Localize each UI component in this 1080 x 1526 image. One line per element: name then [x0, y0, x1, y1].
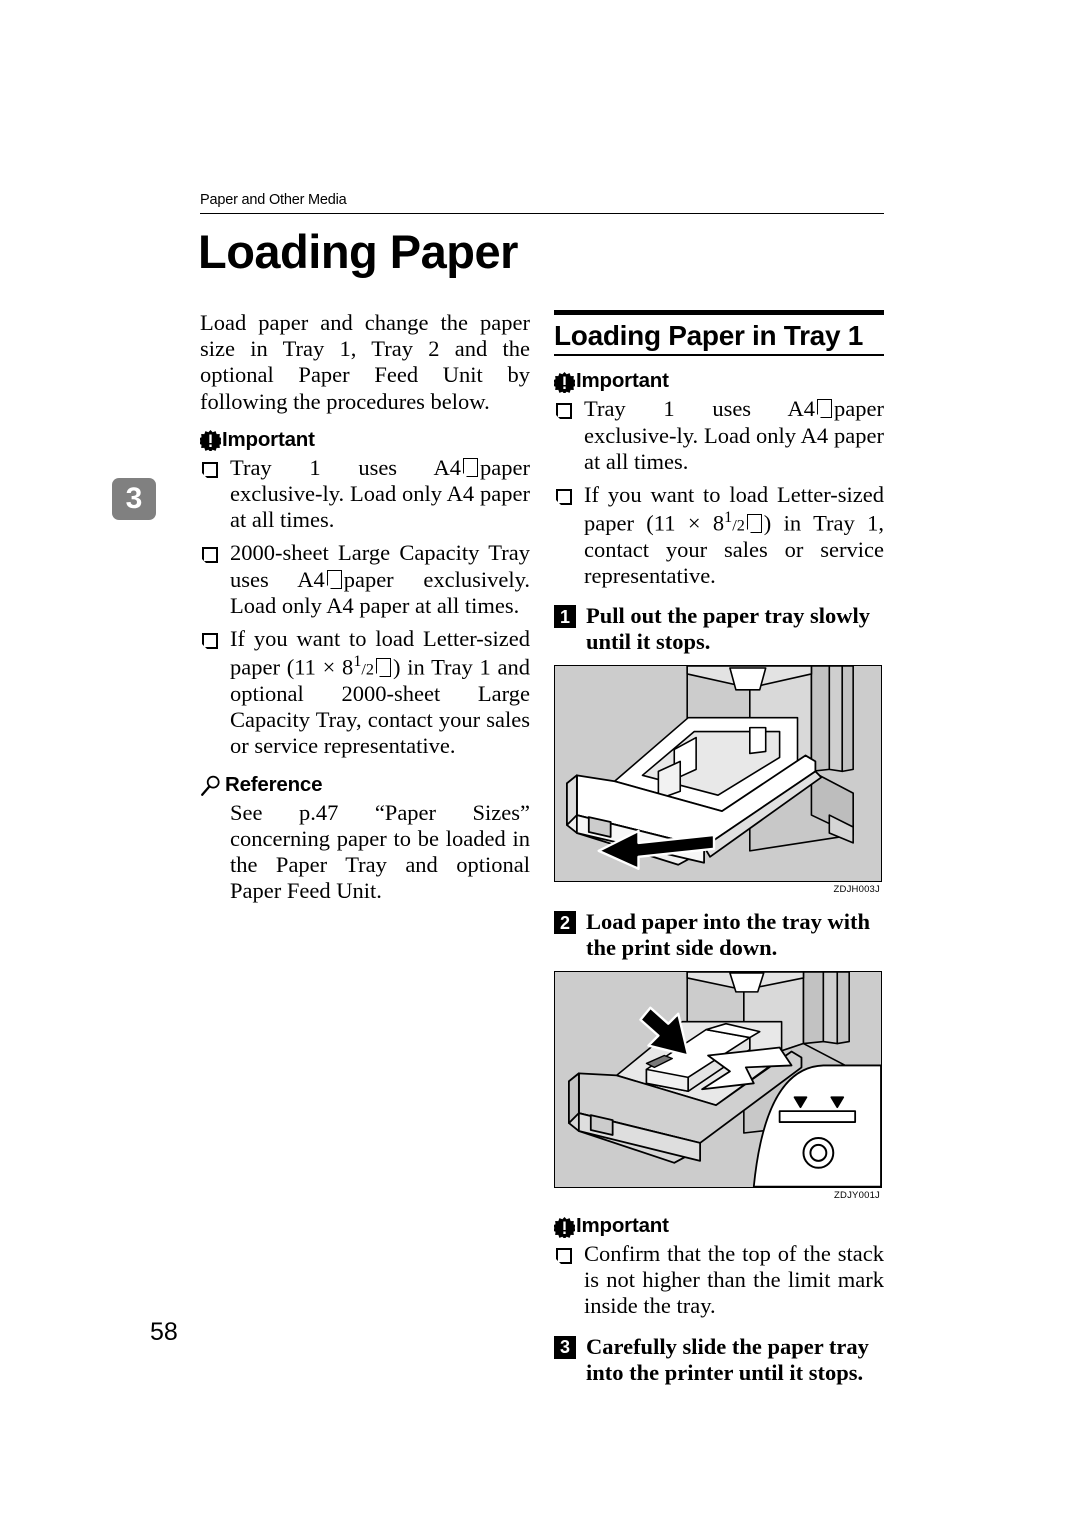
square-bullet-icon [201, 633, 218, 650]
important-list-right-bottom: Confirm that the top of the stack is not… [554, 1241, 884, 1320]
important-label-right-bottom: Important [552, 1214, 884, 1239]
page-title: Loading Paper [198, 225, 518, 278]
important-burst-icon [552, 1216, 577, 1239]
reference-body-text: See p.47 “Paper Sizes” concerning paper … [230, 799, 530, 904]
paper-orientation-icon [375, 657, 391, 678]
paper-orientation-icon [462, 457, 479, 478]
paper-tray-pull-out-illustration: ZDJH003J [554, 665, 882, 895]
paper-orientation-icon [325, 569, 342, 590]
square-bullet-icon [555, 1248, 572, 1265]
important-label-left: Important [198, 427, 530, 453]
figure-frame [554, 665, 882, 883]
list-item: If you want to load Letter-sized paper (… [200, 626, 530, 760]
running-header-text: Paper and Other Media [200, 192, 347, 208]
chapter-tab: 3 [112, 478, 156, 520]
step-3: 3 Carefully slide the paper tray into th… [554, 1334, 884, 1386]
reference-label: Reference [200, 773, 530, 797]
paper-orientation-icon [745, 513, 762, 534]
step-text: Load paper into the tray with the print … [586, 909, 870, 961]
important-label-text: Important [576, 1214, 669, 1237]
running-header-rule [200, 212, 884, 214]
section-heading-text: Loading Paper in Tray 1 [554, 320, 863, 351]
list-item-text-pre: Tray 1 uses A4 [584, 396, 816, 422]
figure-code: ZDJY001J [834, 1190, 880, 1201]
list-item: If you want to load Letter-sized paper (… [554, 482, 884, 589]
page-number: 58 [150, 1318, 178, 1346]
list-item-text: Confirm that the top of the stack is not… [584, 1241, 884, 1319]
magnifier-icon [200, 775, 222, 797]
left-column: Load paper and change the paper size in … [198, 310, 530, 904]
fraction-numerator: 1 [724, 508, 733, 527]
list-item-text-pre: Tray 1 uses A4 [230, 454, 462, 480]
paper-orientation-icon [816, 399, 833, 420]
figure-frame [554, 971, 882, 1188]
important-burst-icon [552, 371, 577, 394]
square-bullet-icon [201, 547, 218, 564]
square-bullet-icon [555, 488, 572, 506]
step-number-badge: 3 [554, 1335, 576, 1359]
running-header: Paper and Other Media [200, 192, 884, 214]
step-text: Carefully slide the paper tray into the … [586, 1333, 869, 1385]
step-2: 2 Load paper into the tray with the prin… [554, 909, 884, 961]
fraction-denominator: /2 [732, 516, 745, 535]
chapter-tab-number: 3 [125, 482, 143, 515]
intro-paragraph: Load paper and change the paper size in … [200, 310, 530, 414]
section-heading-rule-bottom [554, 354, 884, 357]
figure-code: ZDJH003J [833, 884, 880, 896]
step-1: 1 Pull out the paper tray slowly until i… [554, 603, 884, 655]
important-label-right-top: Important [552, 369, 884, 394]
load-paper-into-tray-illustration: ZDJY001J [554, 971, 882, 1201]
list-item: Tray 1 uses A4 paper exclusive-ly. Load o… [200, 455, 530, 534]
important-list-left: Tray 1 uses A4 paper exclusive-ly. Load o… [200, 455, 530, 760]
step-number-badge: 1 [554, 605, 576, 629]
square-bullet-icon [201, 461, 218, 478]
important-label-text: Important [222, 427, 315, 451]
important-list-right-top: Tray 1 uses A4 paper exclusive-ly. Load o… [554, 396, 884, 589]
step-text: Pull out the paper tray slowly until it … [586, 603, 870, 655]
square-bullet-icon [555, 403, 572, 420]
list-item: 2000-sheet Large Capacity Tray uses A4 pa… [200, 540, 530, 619]
list-item: Confirm that the top of the stack is not… [554, 1241, 884, 1320]
list-item: Tray 1 uses A4 paper exclusive-ly. Load o… [554, 396, 884, 475]
step-number-badge: 2 [554, 911, 576, 935]
important-label-text: Important [576, 369, 669, 393]
important-burst-icon [198, 430, 223, 453]
reference-label-text: Reference [225, 772, 323, 796]
fraction-denominator: /2 [361, 660, 374, 679]
right-column: Loading Paper in Tray 1 Important Tray 1… [552, 310, 884, 1386]
section-heading: Loading Paper in Tray 1 [554, 310, 884, 357]
